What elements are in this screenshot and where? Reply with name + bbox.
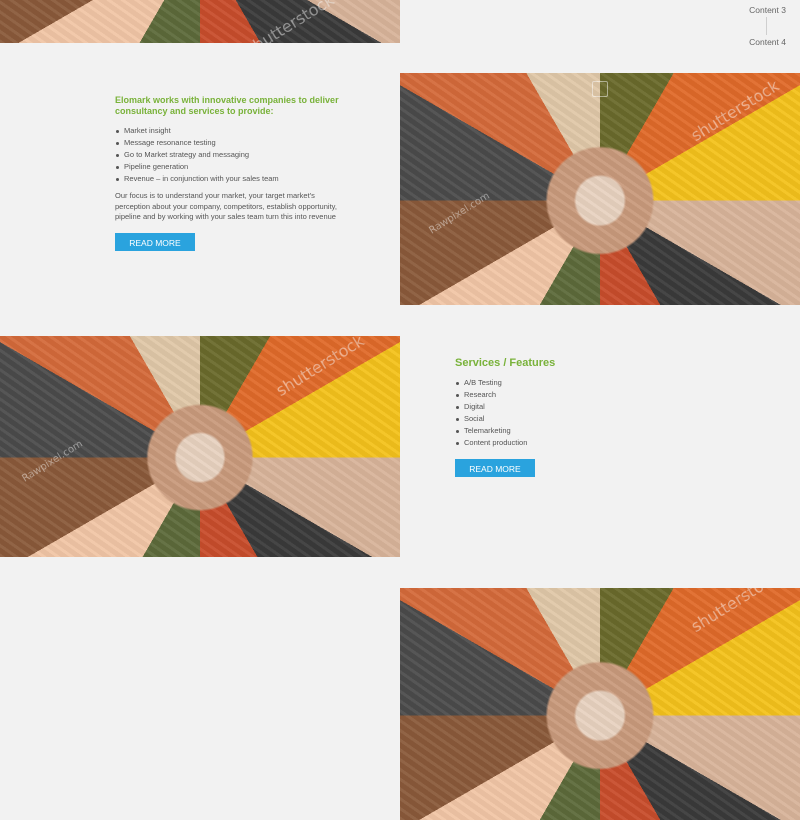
list-item: Market insight: [115, 125, 350, 137]
photo-watermark: shutterstock: [687, 588, 783, 637]
features-section: Services / Features A/B Testing Research…: [455, 357, 655, 477]
read-more-button[interactable]: READ MORE: [115, 232, 195, 251]
list-item: A/B Testing: [455, 377, 655, 389]
team-hands-photo: shutterstock: [400, 588, 800, 820]
intro-list: Market insight Message resonance testing…: [115, 125, 350, 185]
team-hands-photo: shutterstock: [0, 0, 400, 43]
nav-item-content-3[interactable]: Content 3: [726, 3, 786, 17]
list-item: Digital: [455, 401, 655, 413]
nav-item-content-4[interactable]: Content 4: [726, 35, 786, 49]
intro-headline: Elomark works with innovative companies …: [115, 95, 339, 116]
team-hands-photo: shutterstock Rawpixel.com: [400, 73, 800, 305]
photo-watermark: Rawpixel.com: [427, 190, 492, 237]
photo-watermark: shutterstock: [242, 0, 338, 43]
features-list: A/B Testing Research Digital Social Tele…: [455, 377, 655, 449]
watermark-logo-icon: [592, 81, 608, 97]
list-item: Telemarketing: [455, 425, 655, 437]
read-more-button[interactable]: READ MORE: [455, 459, 535, 477]
section-nav: Content 3 Content 4: [726, 0, 786, 49]
list-item: Content production: [455, 437, 655, 449]
photo-watermark: shutterstock: [687, 75, 783, 146]
features-headline: Services / Features: [455, 357, 556, 369]
list-item: Go to Market strategy and messaging: [115, 149, 350, 161]
team-hands-photo: shutterstock Rawpixel.com: [0, 336, 400, 557]
photo-watermark: shutterstock: [272, 336, 368, 401]
list-item: Social: [455, 413, 655, 425]
list-item: Message resonance testing: [115, 137, 350, 149]
photo-watermark: Rawpixel.com: [20, 438, 85, 485]
intro-section: Elomark works with innovative companies …: [115, 95, 350, 251]
list-item: Research: [455, 389, 655, 401]
nav-divider: [766, 17, 767, 35]
list-item: Pipeline generation: [115, 161, 350, 173]
intro-paragraph: Our focus is to understand your market, …: [115, 191, 337, 221]
list-item: Revenue – in conjunction with your sales…: [115, 173, 350, 185]
